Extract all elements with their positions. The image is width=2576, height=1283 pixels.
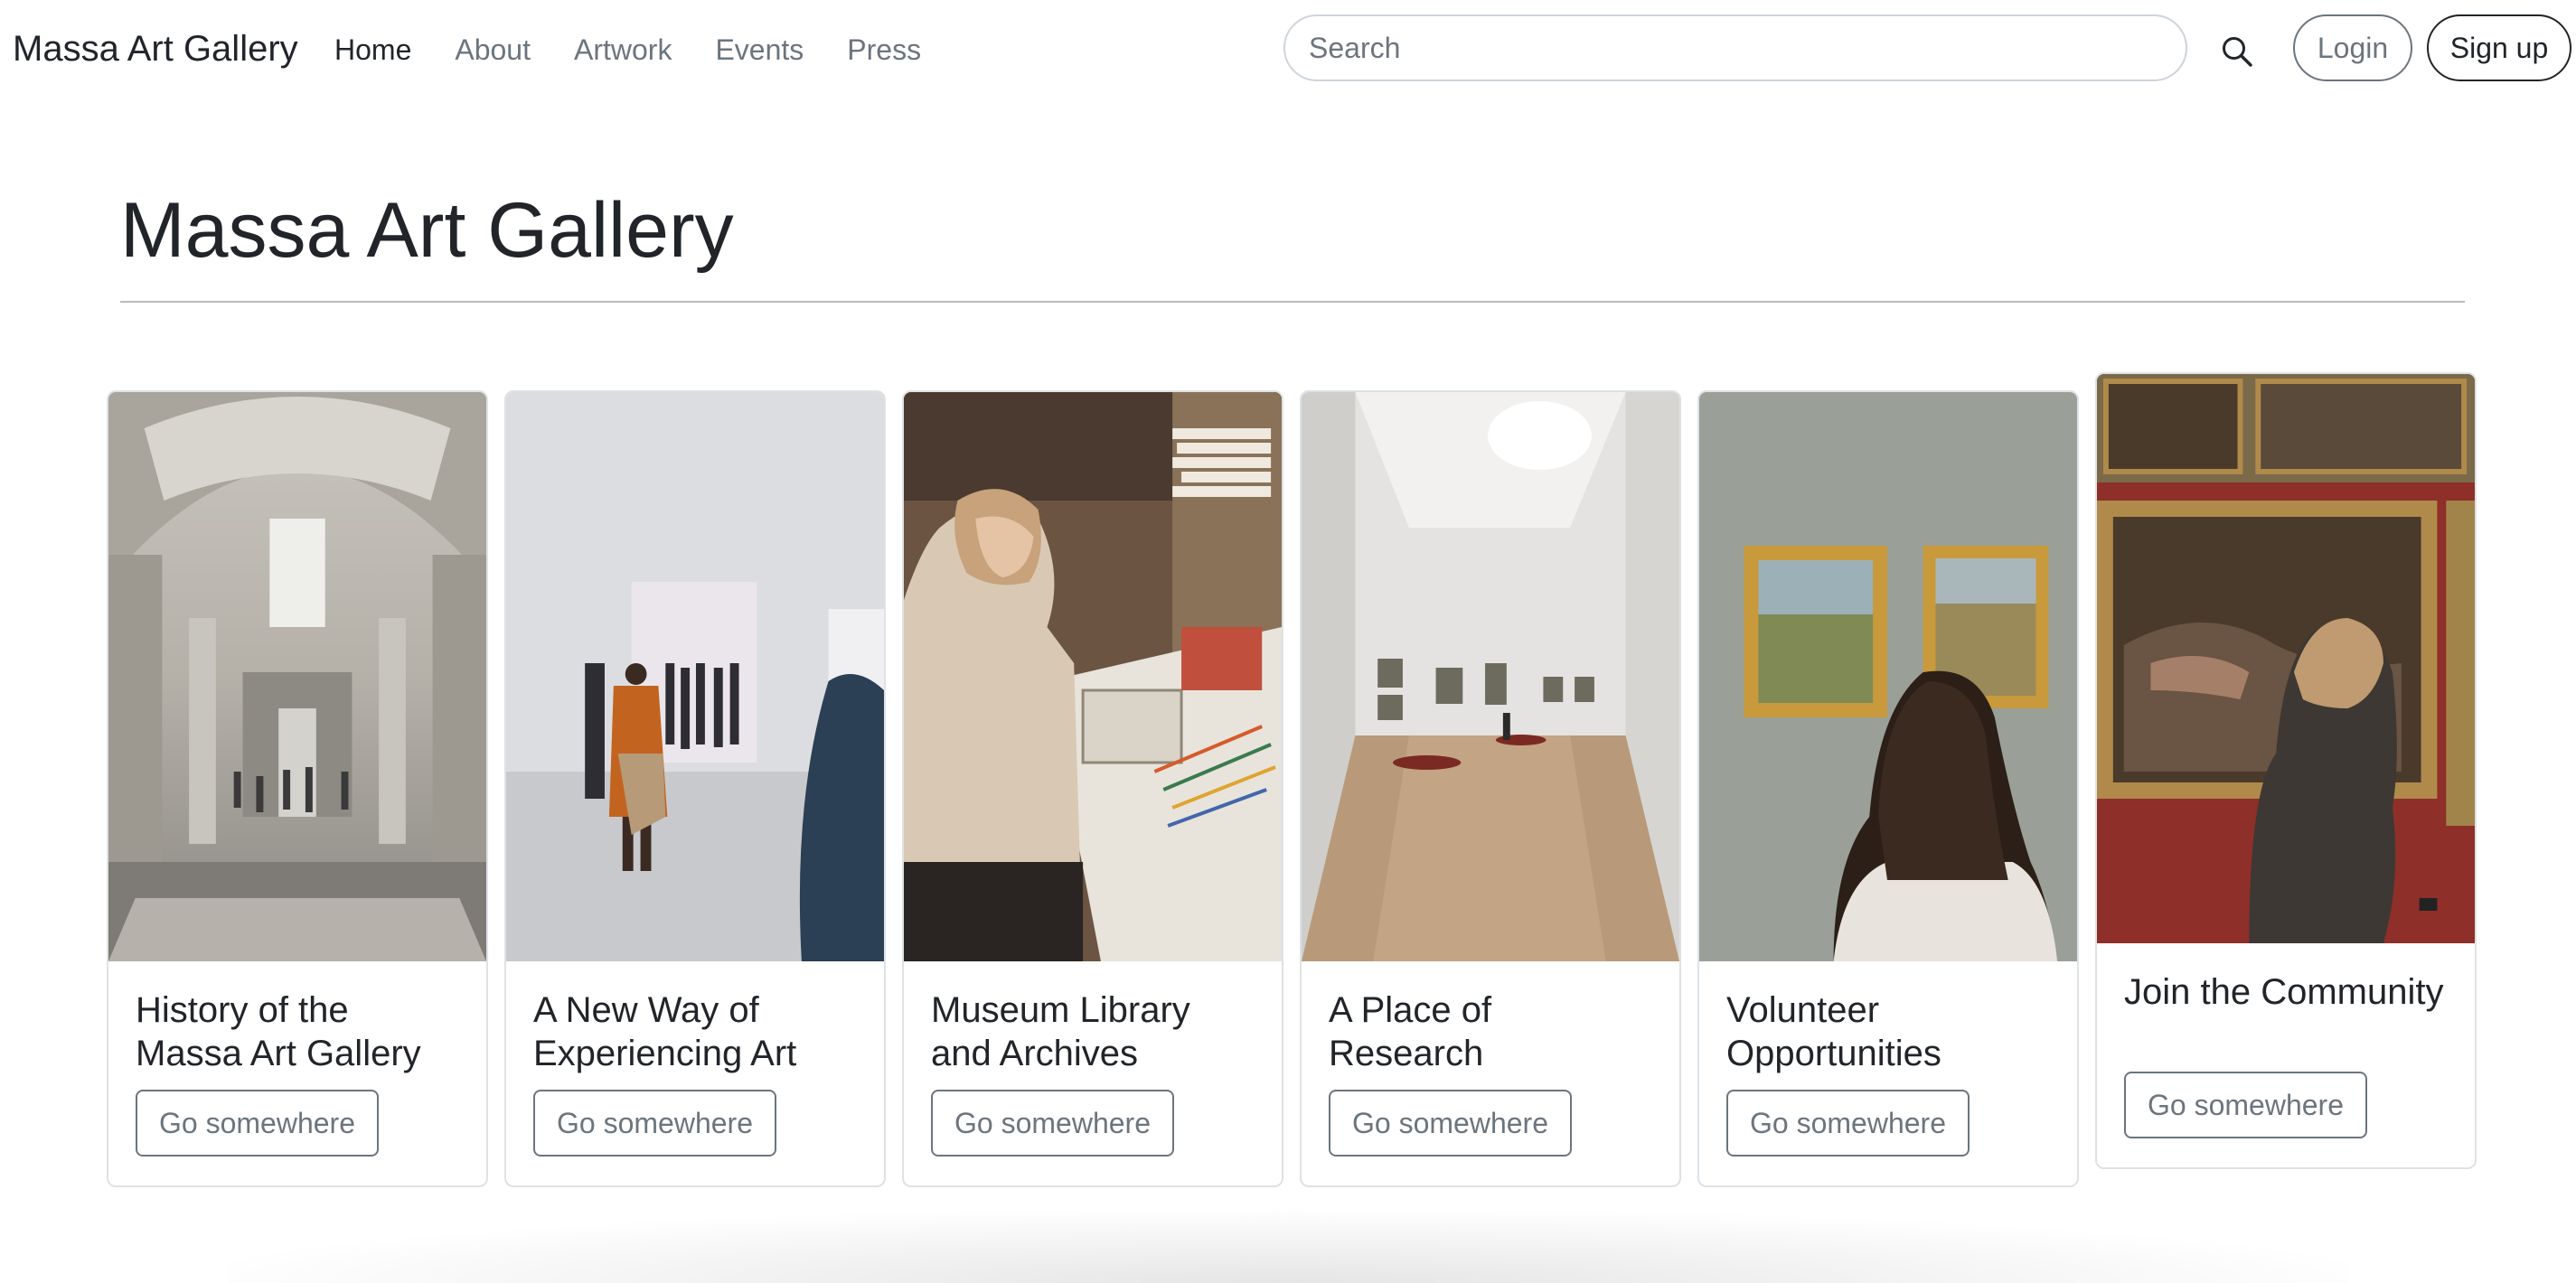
- signup-button[interactable]: Sign up: [2427, 14, 2571, 81]
- nav-links: Home About Artwork Events Press: [334, 27, 921, 72]
- card-body: A Place of Research Go somewhere: [1302, 961, 1679, 1185]
- card-community: Join the Community Go somewhere: [2095, 372, 2477, 1169]
- card-new-way: A New Way of Experiencing Art Go somewhe…: [504, 390, 886, 1187]
- card-title: A New Way of Experiencing Art: [533, 990, 797, 1073]
- card-body: Join the Community Go somewhere: [2097, 943, 2475, 1167]
- go-somewhere-button[interactable]: Go somewhere: [533, 1090, 776, 1157]
- card-history: History of the Massa Art Gallery Go some…: [107, 390, 488, 1187]
- search-icon: [2223, 37, 2252, 67]
- title-divider: [120, 301, 2465, 303]
- card-body: Museum Library and Archives Go somewhere: [904, 961, 1282, 1185]
- login-button[interactable]: Login: [2293, 14, 2412, 81]
- nav-link-artwork[interactable]: Artwork: [574, 33, 672, 67]
- card-body: History of the Massa Art Gallery Go some…: [108, 961, 486, 1185]
- nav-link-home[interactable]: Home: [334, 33, 411, 67]
- card-title: Join the Community: [2124, 972, 2444, 1012]
- card-research: A Place of Research Go somewhere: [1300, 390, 1681, 1187]
- page-title: Massa Art Gallery: [120, 187, 734, 274]
- search-box: [1283, 14, 2187, 81]
- card-image[interactable]: [904, 392, 1282, 961]
- card-title: Museum Library and Archives: [931, 990, 1190, 1073]
- search-input[interactable]: [1285, 16, 2186, 80]
- card-volunteer: Volunteer Opportunities Go somewhere: [1697, 390, 2079, 1187]
- section-shadow: [226, 1211, 2350, 1283]
- nav-link-about[interactable]: About: [455, 33, 531, 67]
- card-body: Volunteer Opportunities Go somewhere: [1699, 961, 2077, 1185]
- card-title: History of the Massa Art Gallery: [136, 990, 421, 1073]
- brand-link[interactable]: Massa Art Gallery: [13, 23, 298, 74]
- go-somewhere-button[interactable]: Go somewhere: [2124, 1072, 2367, 1138]
- search-button[interactable]: [2216, 31, 2258, 72]
- go-somewhere-button[interactable]: Go somewhere: [931, 1090, 1174, 1157]
- top-navbar: Massa Art Gallery Home About Artwork Eve…: [0, 0, 2576, 99]
- go-somewhere-button[interactable]: Go somewhere: [1726, 1090, 1970, 1157]
- nav-link-press[interactable]: Press: [847, 33, 921, 67]
- card-image[interactable]: [506, 392, 884, 961]
- card-title: A Place of Research: [1329, 990, 1492, 1073]
- go-somewhere-button[interactable]: Go somewhere: [1329, 1090, 1572, 1157]
- card-body: A New Way of Experiencing Art Go somewhe…: [506, 961, 884, 1185]
- nav-link-events[interactable]: Events: [715, 33, 804, 67]
- card-title: Volunteer Opportunities: [1726, 990, 1941, 1073]
- card-image[interactable]: [2097, 374, 2475, 943]
- card-image[interactable]: [108, 392, 486, 961]
- card-image[interactable]: [1302, 392, 1679, 961]
- go-somewhere-button[interactable]: Go somewhere: [136, 1090, 379, 1157]
- card-image[interactable]: [1699, 392, 2077, 961]
- card-library: Museum Library and Archives Go somewhere: [902, 390, 1283, 1187]
